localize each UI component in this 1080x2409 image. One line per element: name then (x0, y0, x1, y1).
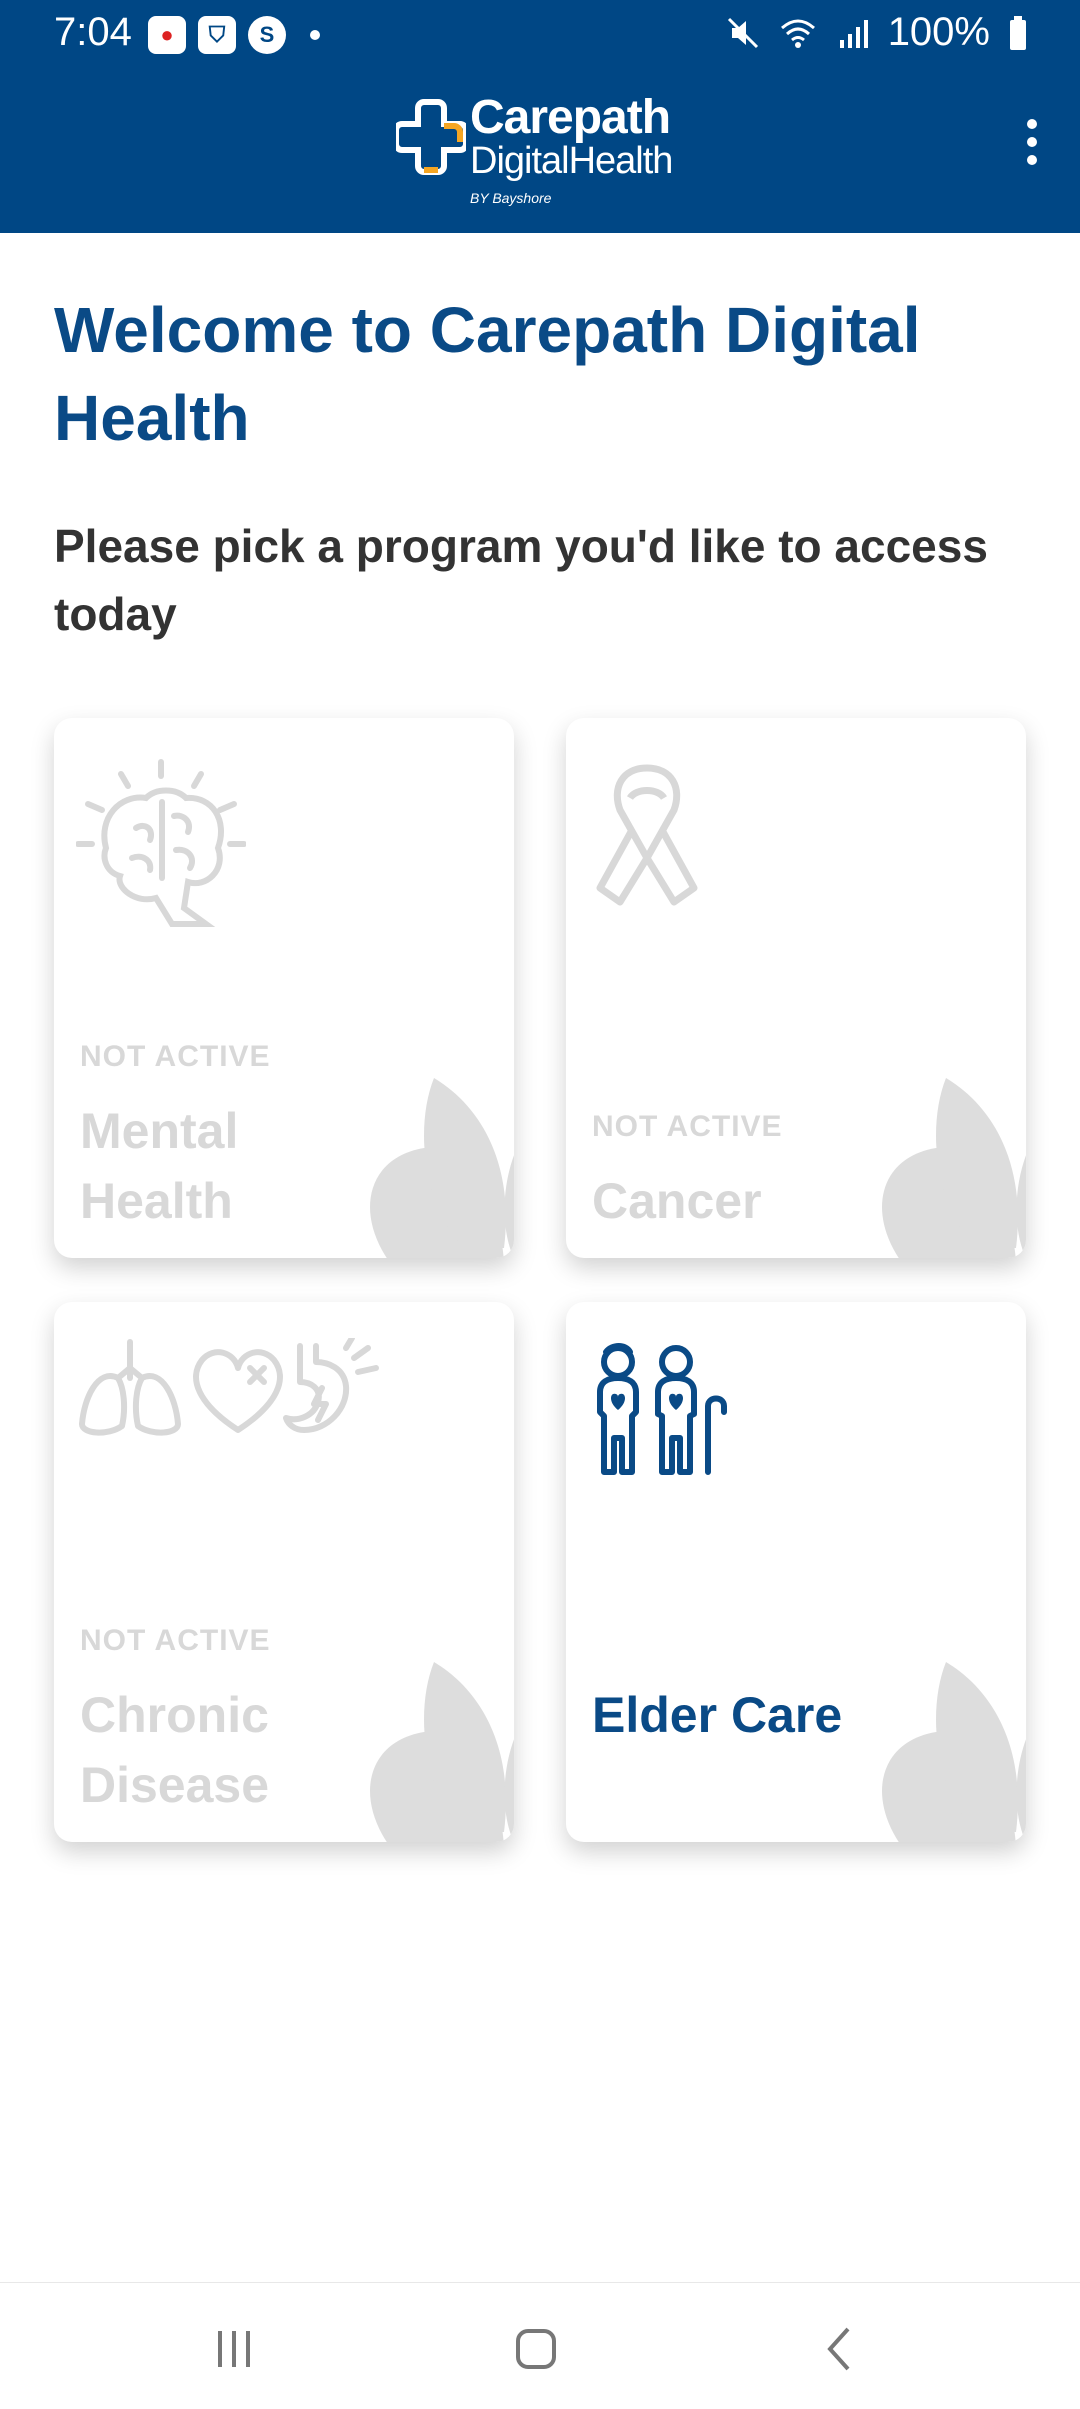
organs-icon (79, 1338, 379, 1436)
program-status: NOT ACTIVE (592, 1110, 783, 1143)
carepath-cross-icon (396, 99, 466, 175)
back-button[interactable] (800, 2319, 880, 2379)
page-title: Welcome to Carepath Digital Health (54, 294, 921, 454)
recent-apps-button[interactable] (194, 2319, 274, 2379)
status-time: 7:04 (54, 10, 132, 54)
home-button[interactable] (496, 2319, 576, 2379)
program-title: Elder Care (592, 1687, 843, 1743)
battery-percent: 100% (887, 10, 990, 54)
mute-icon (727, 17, 758, 48)
leaf-decoration-icon (370, 1662, 514, 1842)
leaf-decoration-icon (882, 1662, 1026, 1842)
app-notification-icon: ● (148, 16, 186, 54)
program-status: NOT ACTIVE (80, 1624, 271, 1657)
logo-subtitle: DigitalHealth (470, 140, 673, 182)
status-bar: 7:04 ● ⛉ S 100% (0, 0, 1080, 70)
signal-icon (839, 19, 868, 48)
back-icon (827, 2327, 850, 2371)
elderly-couple-icon (597, 1343, 727, 1475)
logo-by-line: BY Bayshore (470, 190, 552, 206)
dot-icon (1027, 137, 1037, 147)
page-subtitle: Please pick a program you'd like to acce… (54, 520, 988, 640)
dot-icon (1027, 155, 1037, 165)
recent-apps-icon (218, 2331, 250, 2367)
brain-icon (76, 759, 246, 927)
program-card-elder-care[interactable]: Elder Care (566, 1302, 1026, 1842)
program-title: Chronic Disease (80, 1687, 270, 1813)
battery-icon (1010, 15, 1026, 50)
program-title: Mental Health (80, 1103, 239, 1229)
program-card-mental-health[interactable]: NOT ACTIVE Mental Health (54, 718, 514, 1258)
home-icon (516, 2329, 556, 2369)
status-notification-icons: ● ⛉ S (148, 16, 320, 54)
leaf-decoration-icon (370, 1078, 514, 1258)
leaf-decoration-icon (882, 1078, 1026, 1258)
skype-icon: S (248, 16, 286, 54)
more-notifications-dot-icon (310, 30, 320, 40)
program-card-cancer[interactable]: NOT ACTIVE Cancer (566, 718, 1026, 1258)
shield-icon: ⛉ (198, 16, 236, 54)
wifi-icon (780, 19, 815, 48)
logo-title: Carepath (470, 91, 671, 144)
program-title: Cancer (592, 1173, 762, 1229)
program-card-chronic-disease[interactable]: NOT ACTIVE Chronic Disease (54, 1302, 514, 1842)
status-right: 100% (726, 10, 1028, 55)
carepath-logo: Carepath DigitalHealth BY Bayshore (396, 90, 696, 210)
overflow-menu-button[interactable] (1008, 110, 1056, 174)
program-status: NOT ACTIVE (80, 1040, 271, 1073)
ribbon-icon (596, 764, 698, 906)
system-navigation-bar (0, 2282, 1080, 2409)
app-header: Carepath DigitalHealth BY Bayshore (0, 70, 1080, 233)
dot-icon (1027, 119, 1037, 129)
